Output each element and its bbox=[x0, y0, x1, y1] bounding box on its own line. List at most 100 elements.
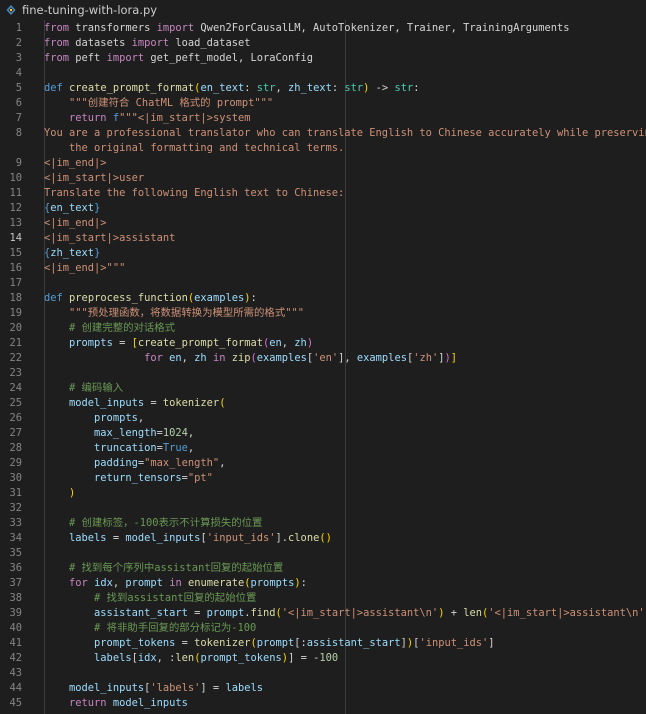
code-line[interactable]: 14 <|im_start|>assistant bbox=[0, 231, 646, 246]
code-text: <|im_start|>user bbox=[44, 171, 144, 186]
code-token: tokenizer bbox=[194, 637, 251, 649]
code-line[interactable]: 37 for idx, prompt in enumerate(prompts)… bbox=[0, 576, 646, 591]
code-line[interactable]: 22 for en, zh in zip(examples['en'], exa… bbox=[0, 351, 646, 366]
code-line[interactable]: 17 bbox=[0, 276, 646, 291]
code-line[interactable]: 40 # 将非助手回复的部分标记为-100 bbox=[0, 621, 646, 636]
code-token: 'en' bbox=[313, 352, 339, 364]
code-token: load_dataset bbox=[169, 37, 251, 49]
code-token: the original formatting and technical te… bbox=[44, 142, 345, 154]
code-token: , : bbox=[156, 652, 176, 664]
code-token: en_text bbox=[200, 82, 245, 94]
line-number: 19 bbox=[9, 307, 22, 319]
code-text: <|im_start|>assistant bbox=[44, 231, 175, 246]
code-line[interactable]: 24 # 编码输入 bbox=[0, 381, 646, 396]
code-line[interactable]: 8 You are a professional translator who c… bbox=[0, 126, 646, 141]
code-text: truncation=True, bbox=[44, 441, 194, 456]
code-token: prompt_tokens bbox=[94, 637, 176, 649]
code-text: max_length=1024, bbox=[44, 426, 194, 441]
code-text: <|im_end|> bbox=[44, 216, 107, 231]
code-line[interactable]: 3 from peft import get_peft_model, LoraCo… bbox=[0, 51, 646, 66]
code-text: ) bbox=[44, 486, 75, 501]
code-token: 1024 bbox=[162, 427, 188, 439]
code-line[interactable]: 39 assistant_start = prompt.find('<|im_s… bbox=[0, 606, 646, 621]
code-token: clone bbox=[288, 532, 320, 544]
code-line[interactable]: 1 from transformers import Qwen2ForCausal… bbox=[0, 21, 646, 36]
code-token: len bbox=[175, 652, 195, 664]
code-line[interactable]: 23 bbox=[0, 366, 646, 381]
code-line[interactable]: 33 # 创建标签，-100表示不计算损失的位置 bbox=[0, 516, 646, 531]
code-token: <|im_start|>user bbox=[44, 172, 145, 184]
line-number: 5 bbox=[15, 82, 22, 94]
line-number: 3 bbox=[15, 52, 22, 64]
code-line[interactable]: 12 {en_text} bbox=[0, 201, 646, 216]
code-line[interactable]: 18 def preprocess_function(examples): bbox=[0, 291, 646, 306]
code-token: , bbox=[187, 442, 195, 454]
code-line[interactable]: 31 ) bbox=[0, 486, 646, 501]
code-token: str bbox=[394, 82, 414, 94]
code-token: "pt" bbox=[187, 472, 213, 484]
code-line[interactable]: 19 """预处理函数，将数据转换为模型所需的格式""" bbox=[0, 306, 646, 321]
code-token: = bbox=[175, 637, 195, 649]
editor-tab[interactable]: fine-tuning-with-lora.py bbox=[0, 0, 646, 20]
line-number: 38 bbox=[9, 592, 22, 604]
code-editor[interactable]: 1 from transformers import Qwen2ForCausal… bbox=[0, 20, 646, 714]
code-line[interactable]: 5 def create_prompt_format(en_text: str, … bbox=[0, 81, 646, 96]
line-number: 24 bbox=[9, 382, 22, 394]
code-token: prompts bbox=[250, 577, 295, 589]
code-line[interactable]: 9 <|im_end|> bbox=[0, 156, 646, 171]
code-line[interactable]: the original formatting and technical te… bbox=[0, 141, 646, 156]
code-line[interactable]: 29 padding="max_length", bbox=[0, 456, 646, 471]
code-line[interactable]: 43 bbox=[0, 666, 646, 681]
code-line[interactable]: 44 model_inputs['labels'] = labels bbox=[0, 681, 646, 696]
code-token: 'labels' bbox=[150, 682, 201, 694]
code-line[interactable]: 20 # 创建完整的对话格式 bbox=[0, 321, 646, 336]
code-line[interactable]: 25 model_inputs = tokenizer( bbox=[0, 396, 646, 411]
code-line[interactable]: 41 prompt_tokens = tokenizer(prompt[:ass… bbox=[0, 636, 646, 651]
code-token: en bbox=[269, 337, 282, 349]
code-line[interactable]: 32 bbox=[0, 501, 646, 516]
code-token: transformers bbox=[69, 22, 157, 34]
code-line[interactable]: 16 <|im_end|>""" bbox=[0, 261, 646, 276]
code-line[interactable]: 45 return model_inputs bbox=[0, 696, 646, 711]
code-token: enumerate bbox=[187, 577, 245, 589]
code-token: max_length bbox=[94, 427, 157, 439]
code-text: Translate the following English text to … bbox=[44, 186, 344, 201]
code-line[interactable]: 15 {zh_text} bbox=[0, 246, 646, 261]
code-token: : bbox=[250, 292, 257, 304]
code-line[interactable]: 34 labels = model_inputs['input_ids'].cl… bbox=[0, 531, 646, 546]
code-line[interactable]: 6 """创建符合 ChatML 格式的 prompt""" bbox=[0, 96, 646, 111]
code-line[interactable]: 27 max_length=1024, bbox=[0, 426, 646, 441]
code-line[interactable]: 13 <|im_end|> bbox=[0, 216, 646, 231]
code-token: ] bbox=[450, 352, 458, 364]
code-token: idx bbox=[94, 577, 113, 589]
code-line[interactable]: 30 return_tensors="pt" bbox=[0, 471, 646, 486]
code-line[interactable]: 11 Translate the following English text t… bbox=[0, 186, 646, 201]
code-text: return f"""<|im_start|>system bbox=[44, 111, 250, 126]
code-line[interactable]: 26 prompts, bbox=[0, 411, 646, 426]
code-token: ] bbox=[488, 637, 495, 649]
code-text: padding="max_length", bbox=[44, 456, 225, 471]
code-text: # 将非助手回复的部分标记为-100 bbox=[44, 621, 256, 636]
line-number: 15 bbox=[9, 247, 22, 259]
code-token: ) bbox=[306, 337, 314, 349]
code-token: () bbox=[319, 532, 332, 544]
code-line[interactable]: 21 prompts = [create_prompt_format(en, z… bbox=[0, 336, 646, 351]
code-line[interactable]: 7 return f"""<|im_start|>system bbox=[0, 111, 646, 126]
code-line[interactable]: 36 # 找到每个序列中assistant回复的起始位置 bbox=[0, 561, 646, 576]
code-token: = bbox=[112, 337, 132, 349]
code-token: return_tensors bbox=[94, 472, 182, 484]
code-line[interactable]: 4 bbox=[0, 66, 646, 81]
code-text: prompts = [create_prompt_format(en, zh) bbox=[44, 336, 313, 351]
code-line[interactable]: 28 truncation=True, bbox=[0, 441, 646, 456]
code-line[interactable]: 35 bbox=[0, 546, 646, 561]
code-line[interactable]: 10 <|im_start|>user bbox=[0, 171, 646, 186]
code-line[interactable]: 2 from datasets import load_dataset bbox=[0, 36, 646, 51]
code-line[interactable]: 38 # 找到assistant回复的起始位置 bbox=[0, 591, 646, 606]
code-line[interactable]: 42 labels[idx, :len(prompt_tokens)] = -1… bbox=[0, 651, 646, 666]
